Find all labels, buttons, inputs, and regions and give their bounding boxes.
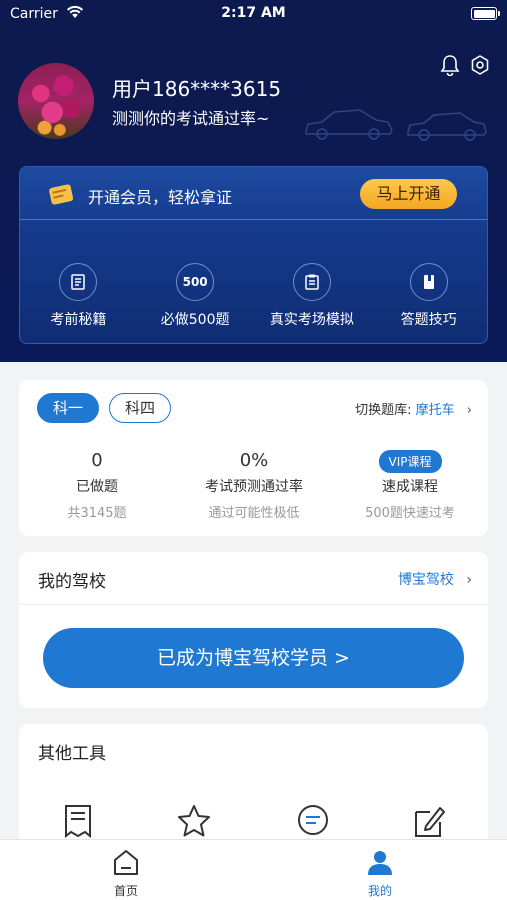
vip-feature-list: 考前秘籍 500 必做500题 真实考场模拟 答题技巧 [20, 263, 487, 329]
stat-pass-rate[interactable]: 0% 考试预测通过率 通过可能性极低 [179, 450, 329, 521]
vip-promo-text: 开通会员，轻松拿证 [88, 188, 233, 207]
vip-crown-icon [46, 179, 76, 213]
stat-sub: 通过可能性极低 [208, 506, 300, 521]
tab-mine[interactable]: 我的 [340, 848, 420, 899]
vip-item-label: 必做500题 [160, 312, 230, 328]
stat-label: 考试预测通过率 [205, 479, 303, 495]
vip-item-label: 考前秘籍 [50, 312, 107, 328]
school-link[interactable]: 博宝驾校 › [398, 569, 472, 589]
document-icon [59, 263, 98, 301]
stat-done[interactable]: 0 已做题 共3145题 [22, 450, 172, 521]
driving-school-card: 我的驾校 博宝驾校 › 已成为博宝驾校学员 > [19, 552, 488, 708]
vip-item-500[interactable]: 500 必做500题 [137, 263, 254, 329]
switch-value: 摩托车 [415, 403, 455, 418]
stat-value: 0% [239, 450, 269, 471]
open-vip-button[interactable]: 马上开通 [360, 179, 457, 209]
vip-item-answer-tips[interactable]: 答题技巧 [370, 263, 487, 329]
receipt-icon[interactable] [61, 804, 95, 842]
user-name[interactable]: 用户186****3615 [112, 73, 281, 102]
tab-label: 首页 [113, 884, 138, 898]
vip-promo-bar: 开通会员，轻松拿证 马上开通 [20, 167, 487, 220]
stat-label: 已做题 [76, 479, 118, 495]
500-icon: 500 [176, 263, 215, 301]
divider [19, 604, 488, 605]
school-link-label: 博宝驾校 [397, 572, 454, 588]
book-icon [409, 263, 448, 301]
home-icon [114, 850, 138, 875]
edit-icon[interactable] [412, 804, 446, 842]
vip-course-badge-wrap: VIP课程 [335, 450, 485, 473]
bell-icon[interactable] [440, 54, 460, 80]
vip-item-exam-simulation[interactable]: 真实考场模拟 [254, 263, 371, 329]
vip-card: 开通会员，轻松拿证 马上开通 考前秘籍 500 必做500题 真实考场模拟 答题… [19, 166, 488, 344]
school-member-button[interactable]: 已成为博宝驾校学员 > [43, 628, 464, 688]
switch-label: 切换题库: [355, 403, 412, 418]
chevron-right-icon: › [466, 572, 472, 588]
tab-home[interactable]: 首页 [86, 848, 166, 899]
avatar[interactable] [18, 63, 94, 139]
cars-decoration-icon [300, 100, 490, 149]
star-icon[interactable] [176, 804, 212, 842]
chat-icon[interactable] [296, 804, 330, 842]
bottom-tab-bar: 首页 我的 [0, 839, 507, 900]
battery-icon [471, 7, 500, 20]
user-subtitle: 测测你的考试通过率~ [112, 109, 270, 128]
status-bar: Carrier 2:17 AM [0, 0, 507, 28]
subject-card: 科一 科四 切换题库: 摩托车 › 0 已做题 共3145题 0% 考试预测通过… [19, 380, 488, 536]
stat-sub: 共3145题 [67, 506, 127, 521]
vip-item-label: 真实考场模拟 [269, 312, 354, 328]
settings-icon[interactable] [470, 54, 490, 80]
stat-label: 速成课程 [382, 479, 438, 495]
clipboard-icon [292, 263, 331, 301]
stat-sub: 500题快速过考 [365, 506, 455, 521]
vip-item-exam-secrets[interactable]: 考前秘籍 [20, 263, 137, 329]
profile-header: Carrier 2:17 AM 用户186****3615 测测你的考试通过率~ [0, 0, 507, 362]
tools-title: 其他工具 [38, 744, 106, 764]
stat-value: 0 [91, 450, 103, 471]
user-icon [368, 851, 392, 875]
tab-subject-1[interactable]: 科一 [37, 393, 99, 423]
tab-label: 我的 [367, 884, 392, 898]
stat-quick-course[interactable]: VIP课程 速成课程 500题快速过考 [335, 450, 485, 521]
vip-course-badge: VIP课程 [378, 450, 442, 473]
clock: 2:17 AM [221, 5, 286, 21]
other-tools-card: 其他工具 [19, 724, 488, 854]
vip-item-label: 答题技巧 [400, 312, 457, 328]
chevron-right-icon: › [466, 403, 472, 418]
tab-subject-4[interactable]: 科四 [109, 393, 171, 423]
school-title: 我的驾校 [38, 572, 106, 592]
switch-question-bank[interactable]: 切换题库: 摩托车 › [355, 399, 472, 418]
